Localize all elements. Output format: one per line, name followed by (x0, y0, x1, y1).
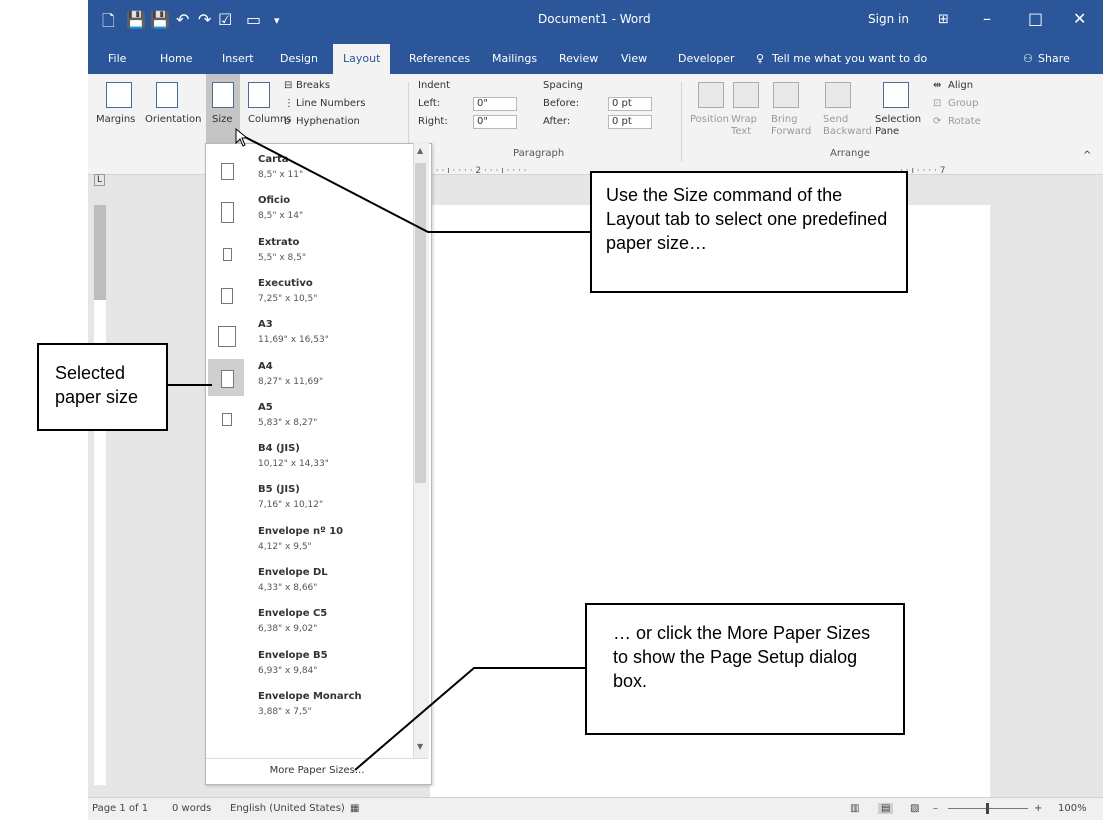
size-callout-line (244, 136, 590, 233)
more-sizes-callout-line (354, 667, 585, 771)
more-paper-sizes-callout: … or click the More Paper Sizes to show … (585, 603, 905, 735)
selected-paper-size-callout: Selected paper size (37, 343, 168, 431)
size-command-callout: Use the Size command of the Layout tab t… (590, 171, 908, 293)
